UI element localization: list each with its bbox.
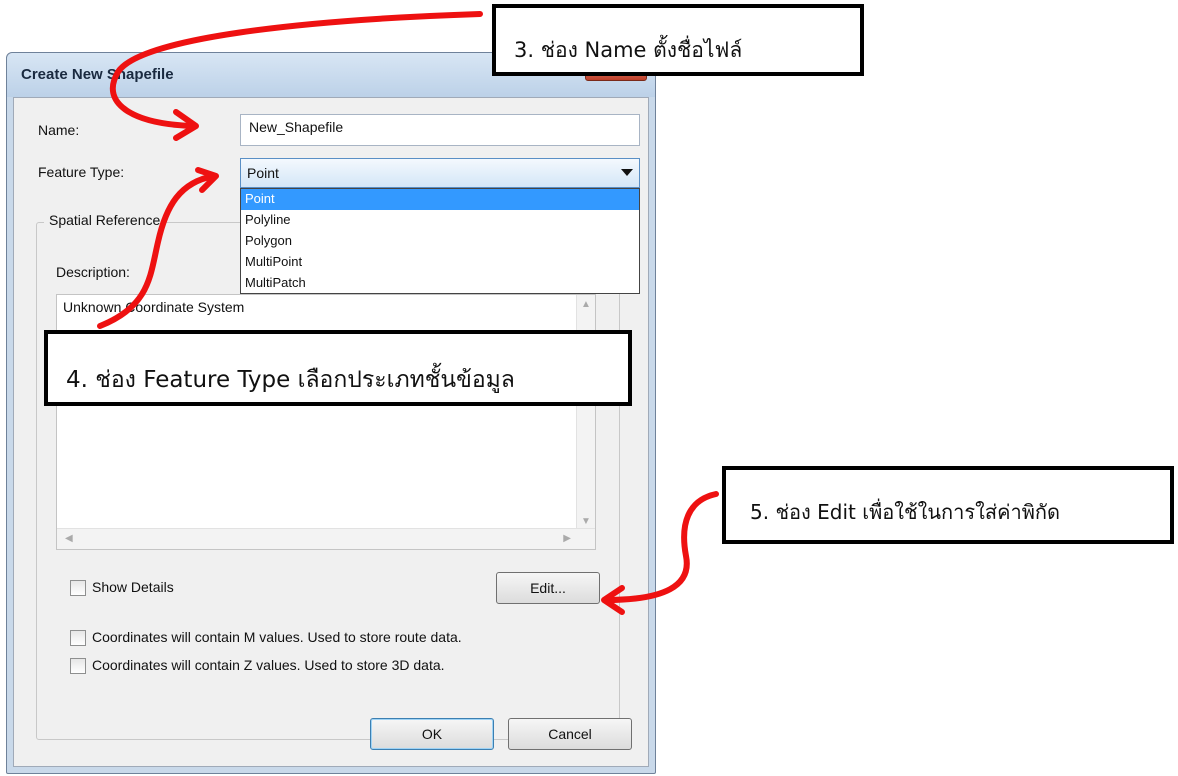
- z-values-label: Coordinates will contain Z values. Used …: [92, 657, 445, 673]
- dialog-title: Create New Shapefile: [21, 66, 174, 83]
- scroll-down-icon[interactable]: ▼: [581, 516, 591, 527]
- m-values-checkbox[interactable]: [70, 630, 86, 646]
- name-label: Name:: [38, 122, 80, 138]
- chevron-down-icon[interactable]: [621, 169, 633, 176]
- screenshot-stage: Create New Shapefile Name: New_Shapefile…: [0, 0, 1178, 776]
- edit-button[interactable]: Edit...: [496, 572, 600, 604]
- feature-type-options-list: Point Polyline Polygon MultiPoint MultiP…: [240, 188, 640, 294]
- dialog-client-area: Name: New_Shapefile Feature Type: Point …: [13, 97, 649, 767]
- feature-type-option-polygon[interactable]: Polygon: [241, 231, 639, 252]
- feature-type-option-polyline[interactable]: Polyline: [241, 210, 639, 231]
- z-values-checkbox[interactable]: [70, 658, 86, 674]
- horizontal-scrollbar[interactable]: ◀ ▶: [57, 528, 595, 549]
- scroll-left-icon[interactable]: ◀: [65, 533, 73, 544]
- feature-type-option-point[interactable]: Point: [241, 189, 639, 210]
- m-values-label: Coordinates will contain M values. Used …: [92, 629, 462, 645]
- spatial-reference-title: Spatial Reference: [44, 212, 166, 228]
- show-details-label: Show Details: [92, 579, 174, 595]
- feature-type-dropdown[interactable]: Point: [240, 158, 640, 188]
- name-input[interactable]: New_Shapefile: [240, 114, 640, 146]
- create-new-shapefile-dialog: Create New Shapefile Name: New_Shapefile…: [6, 52, 656, 774]
- feature-type-option-multipatch[interactable]: MultiPatch: [241, 273, 639, 294]
- feature-type-option-multipoint[interactable]: MultiPoint: [241, 252, 639, 273]
- callout-name-field: 3. ช่อง Name ตั้งชื่อไฟล์: [492, 4, 864, 76]
- scroll-right-icon[interactable]: ▶: [563, 533, 571, 544]
- ok-button[interactable]: OK: [370, 718, 494, 750]
- description-value: Unknown Coordinate System: [63, 299, 245, 315]
- feature-type-label: Feature Type:: [38, 164, 125, 180]
- callout-edit: 5. ช่อง Edit เพื่อใช้ในการใส่ค่าพิกัด: [722, 466, 1174, 544]
- cancel-button[interactable]: Cancel: [508, 718, 632, 750]
- feature-type-selected-value: Point: [247, 165, 279, 181]
- scroll-up-icon[interactable]: ▲: [581, 299, 591, 310]
- description-label: Description:: [56, 264, 130, 280]
- show-details-checkbox[interactable]: [70, 580, 86, 596]
- callout-feature-type: 4. ช่อง Feature Type เลือกประเภทชั้นข้อม…: [44, 330, 632, 406]
